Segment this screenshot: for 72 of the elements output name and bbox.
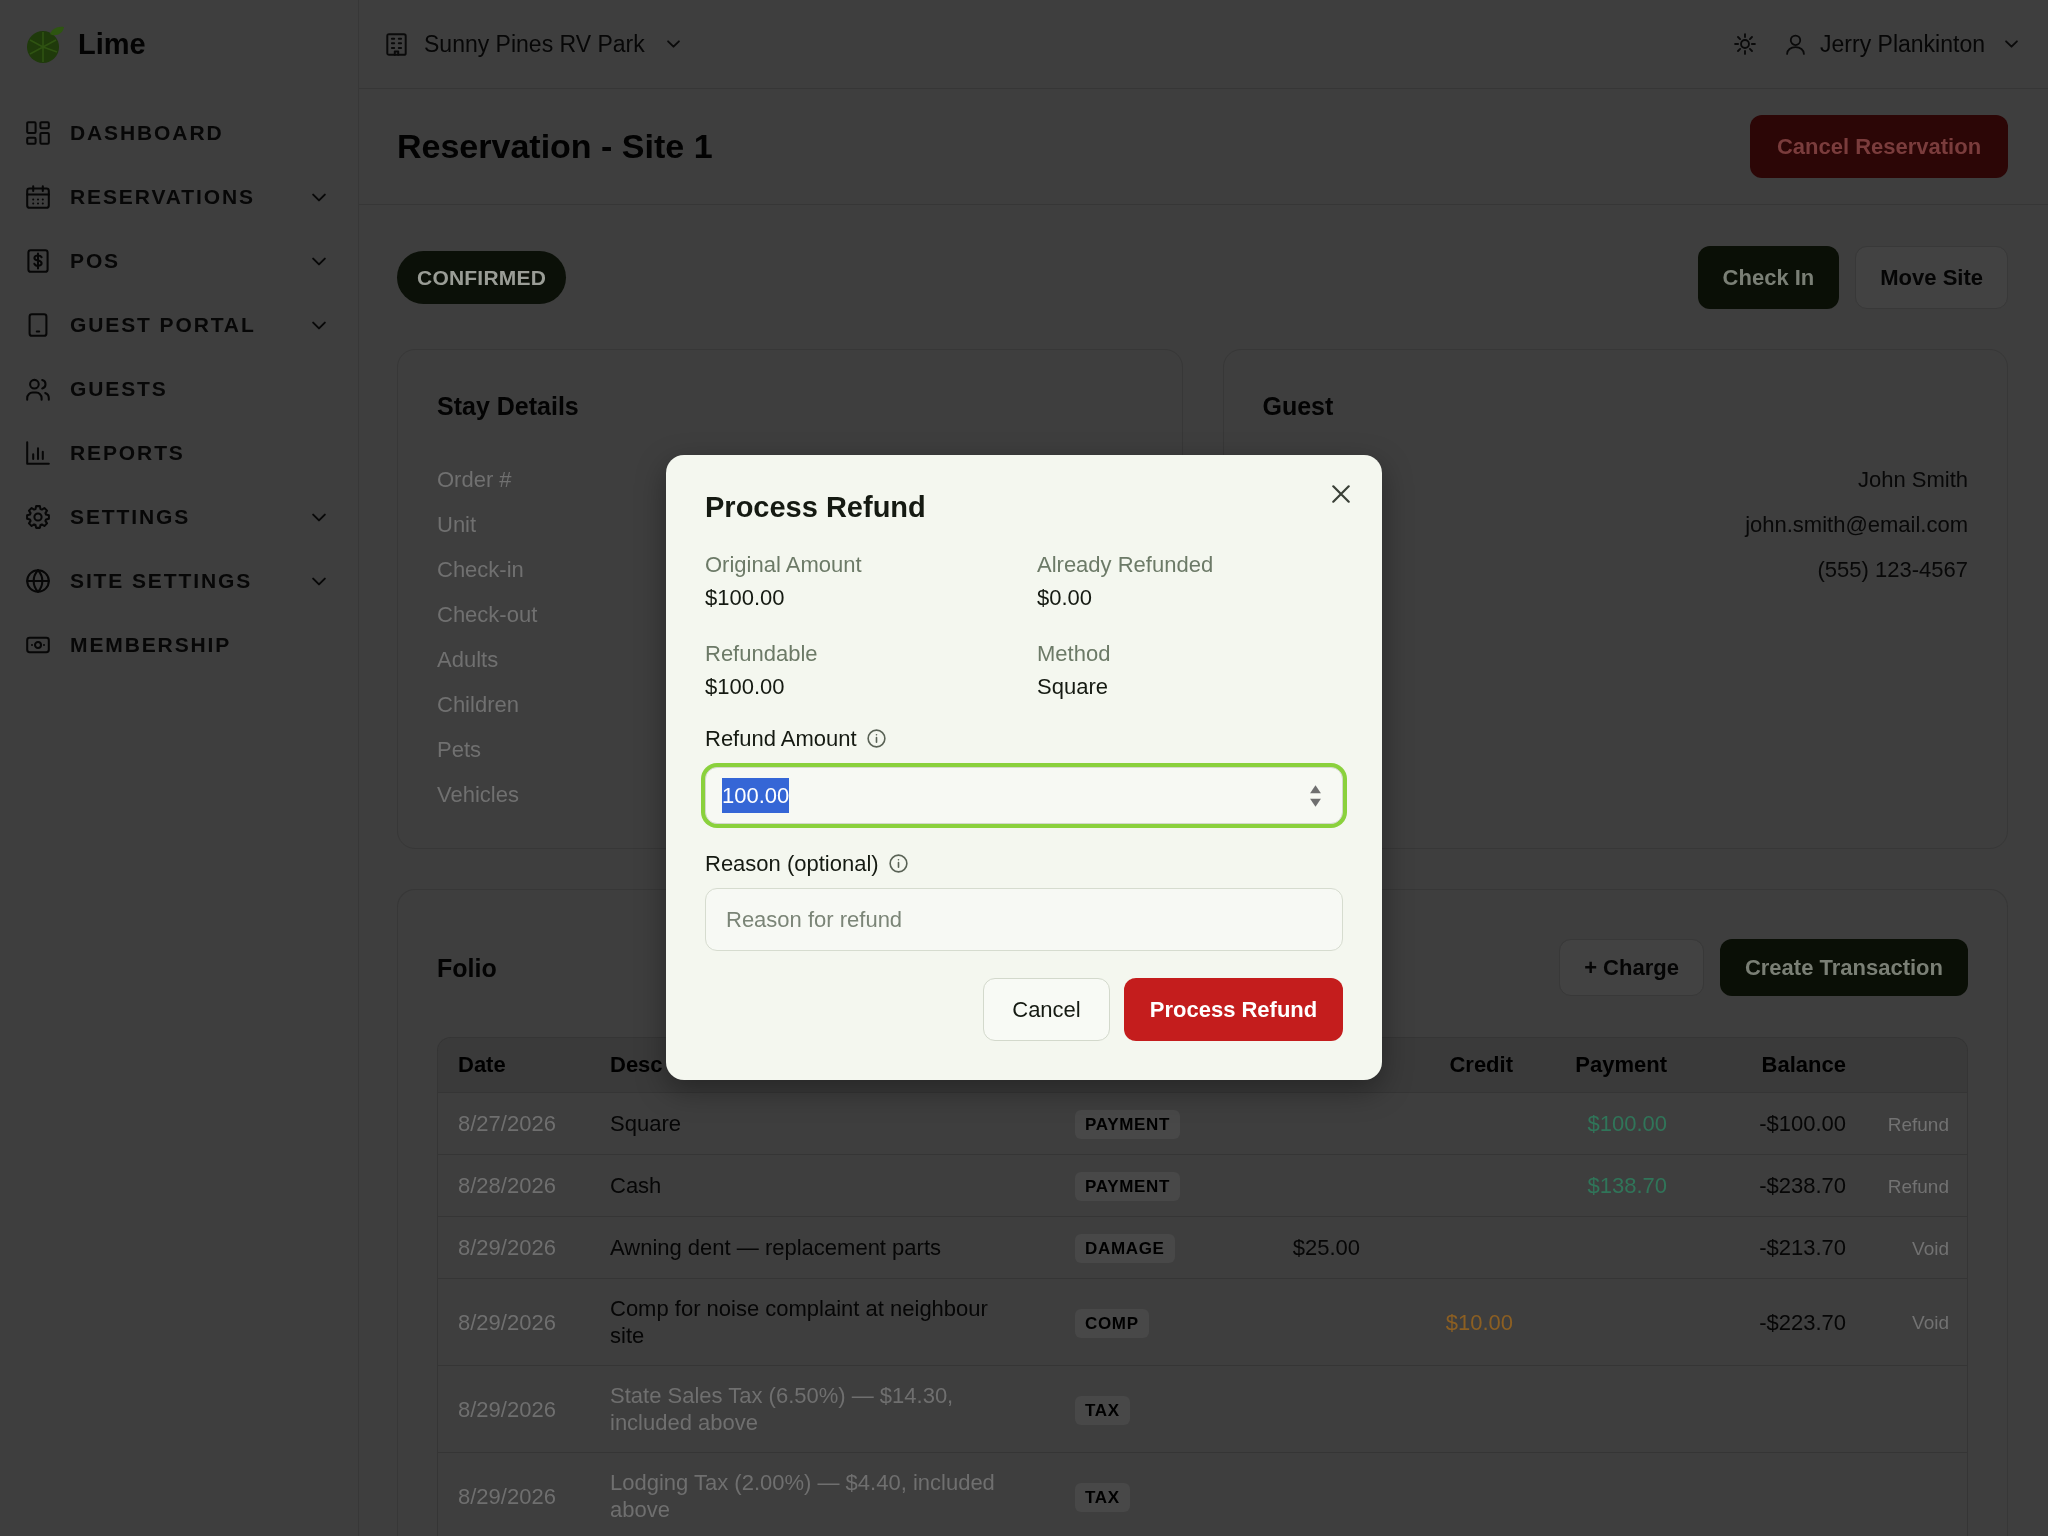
card-title: Guest	[1262, 391, 1335, 422]
close-button[interactable]	[1332, 485, 1350, 503]
logo-icon	[26, 25, 64, 64]
add-charge-button[interactable]: + Charge	[1559, 939, 1704, 996]
chevron-down-icon	[666, 40, 680, 48]
type-tag: PAYMENT	[1075, 1110, 1181, 1139]
summary-label: Original Amount	[705, 551, 862, 579]
field-label: Reason (optional)	[705, 850, 879, 878]
balance-cell: -$238.70	[1687, 1154, 1866, 1217]
balance-cell: -$213.70	[1687, 1216, 1866, 1279]
summary-value: $100.00	[705, 584, 785, 612]
description-cell: Awning dent — replacement parts	[590, 1216, 1065, 1279]
reason-field[interactable]: Reason for refund	[705, 888, 1343, 951]
sidebar-item[interactable]: REPORTS	[26, 421, 326, 485]
chevron-down-icon	[2005, 40, 2018, 48]
check-in-button[interactable]: Check In	[1697, 246, 1840, 309]
building-icon	[385, 32, 408, 56]
sidebar-item[interactable]: SETTINGS	[26, 485, 326, 549]
credit-cell: $10.00	[1380, 1278, 1533, 1366]
description-cell: Cash	[590, 1154, 1065, 1217]
cancel-reservation-button[interactable]: Cancel Reservation	[1750, 115, 2008, 178]
type-tag: COMP	[1075, 1308, 1149, 1338]
summary-label: Already Refunded	[1037, 551, 1214, 579]
tablet-icon	[26, 313, 50, 337]
field-value: 100.00	[722, 778, 790, 813]
column-header: Balance	[1687, 1038, 1866, 1093]
column-header: Payment	[1533, 1038, 1687, 1093]
brand-name: Lime	[78, 26, 146, 62]
status-badge: CONFIRMED	[397, 250, 567, 305]
globe-icon	[26, 569, 50, 593]
calendar-icon	[26, 185, 50, 209]
dollar-document-icon	[26, 249, 50, 273]
dialog-title: Process Refund	[705, 490, 927, 525]
balance-cell: -$223.70	[1687, 1278, 1866, 1366]
info-icon[interactable]	[888, 854, 908, 873]
description-cell: Comp for noise complaint at neighbour site	[590, 1278, 1065, 1366]
card-title: Folio	[437, 952, 497, 984]
dashboard-icon	[26, 121, 50, 145]
sidebar-item[interactable]: DASHBOARD	[26, 101, 326, 165]
bar-chart-icon	[26, 441, 50, 465]
user-icon	[1785, 33, 1807, 55]
summary-value: $0.00	[1037, 584, 1093, 612]
cancel-button[interactable]: Cancel	[983, 978, 1110, 1041]
summary-value: Square	[1037, 673, 1108, 701]
field-label: Refund Amount	[705, 725, 857, 753]
balance-cell: -$100.00	[1687, 1092, 1866, 1155]
move-site-button[interactable]: Move Site	[1855, 246, 2008, 309]
summary-label: Method	[1037, 640, 1111, 668]
type-tag: TAX	[1075, 1482, 1130, 1512]
spin-arrows-icon[interactable]	[1309, 783, 1322, 808]
column-header: Date	[438, 1038, 590, 1093]
summary-value: $100.00	[705, 673, 785, 701]
create-transaction-button[interactable]: Create Transaction	[1719, 939, 1968, 996]
people-icon	[26, 377, 50, 401]
type-tag: PAYMENT	[1075, 1172, 1181, 1201]
settings-icon	[26, 505, 50, 529]
type-tag: DAMAGE	[1075, 1234, 1175, 1263]
process-refund-button[interactable]: Process Refund	[1124, 978, 1343, 1041]
column-header: Credit	[1380, 1038, 1533, 1093]
summary-label: Refundable	[705, 640, 818, 668]
close-icon	[1332, 485, 1350, 503]
type-tag: TAX	[1075, 1395, 1130, 1425]
sidebar-item[interactable]: MEMBERSHIP	[26, 613, 326, 677]
description-cell: Square	[590, 1092, 1065, 1155]
user-menu[interactable]: Jerry Plankinton	[1785, 26, 2018, 62]
info-icon[interactable]	[866, 729, 886, 748]
sidebar-item[interactable]: GUESTS	[26, 357, 326, 421]
card-title: Stay Details	[437, 391, 580, 422]
charge-cell: $25.00	[1265, 1216, 1380, 1279]
sidebar-item[interactable]: GUEST PORTAL	[26, 293, 326, 357]
sidebar-item[interactable]: RESERVATIONS	[26, 165, 326, 229]
page-title: Reservation - Site 1	[397, 126, 713, 167]
